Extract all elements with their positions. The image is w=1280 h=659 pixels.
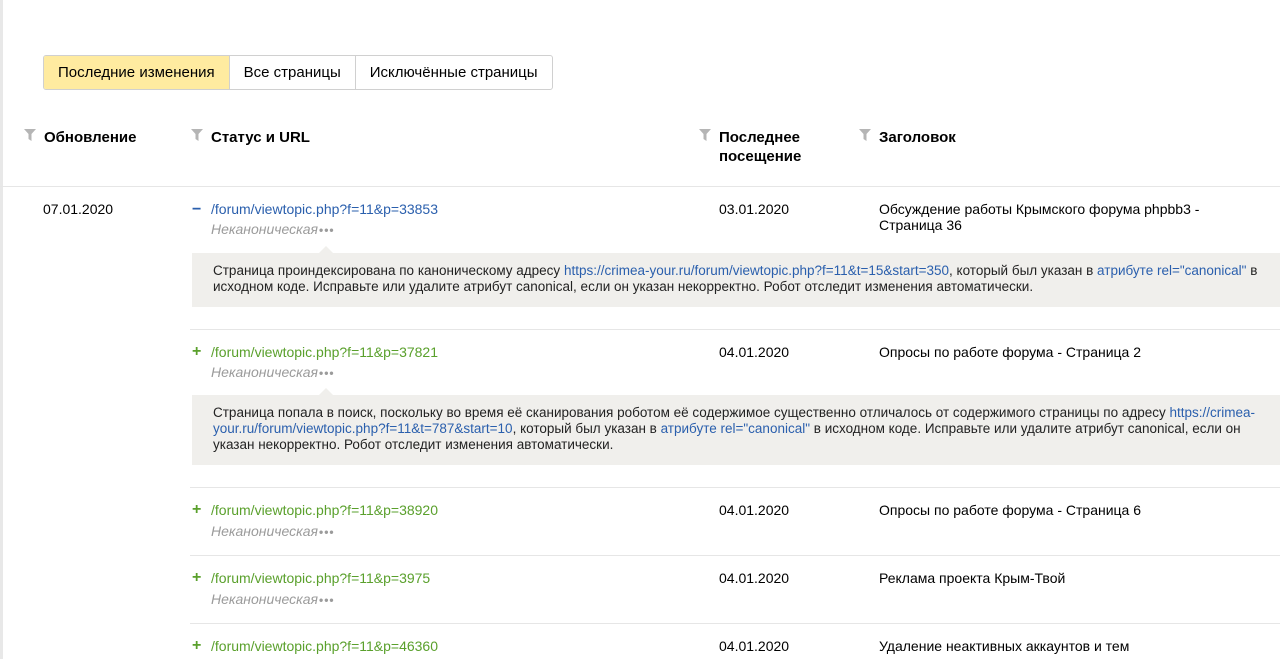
row-divider	[190, 623, 1280, 624]
note-text: , который был указан в	[512, 421, 661, 436]
page-status: Неканоническая	[211, 591, 319, 607]
column-header-last-visit-line2: посещение	[719, 148, 802, 165]
column-header-last-visit-line1: Последнее	[719, 129, 801, 146]
page-title-cell: Опросы по работе форума - Страница 2	[879, 344, 1142, 360]
last-visit-date: 04.01.2020	[719, 638, 790, 654]
page-title-cell: Реклама проекта Крым-Твой	[879, 570, 1066, 586]
filter-funnel-icon[interactable]	[859, 129, 871, 141]
expand-toggle[interactable]: +	[192, 344, 201, 360]
page-title-cell: Обсуждение работы Крымского форума phpbb…	[879, 201, 1200, 233]
page-url-link[interactable]: /forum/viewtopic.php?f=11&p=3975	[211, 570, 430, 586]
last-visit-date: 04.01.2020	[719, 344, 790, 360]
column-header-last-visit[interactable]: Последнее посещение	[719, 128, 801, 166]
tab-recent-changes[interactable]: Последние изменения	[44, 56, 229, 89]
status-explanation: Страница проиндексирована по каноническо…	[192, 246, 1280, 307]
collapse-toggle[interactable]: −	[192, 202, 201, 218]
page-url-link[interactable]: /forum/viewtopic.php?f=11&p=38920	[211, 502, 438, 518]
view-tabs: Последние изменения Все страницы Исключё…	[43, 55, 553, 90]
canonical-attribute-link[interactable]: атрибуте rel="canonical"	[661, 421, 810, 436]
expand-toggle[interactable]: +	[192, 502, 201, 518]
page-status: Неканоническая	[211, 364, 319, 380]
callout-arrow	[319, 388, 333, 395]
page-title-cell: Опросы по работе форума - Страница 6	[879, 502, 1142, 518]
more-options-icon[interactable]: •••	[319, 525, 335, 539]
tab-all-pages[interactable]: Все страницы	[228, 56, 355, 89]
page-title-cell: Удаление неактивных аккаунтов и тем	[879, 638, 1130, 654]
column-header-status-url[interactable]: Статус и URL	[211, 128, 310, 147]
column-header-title[interactable]: Заголовок	[879, 128, 956, 147]
expand-toggle[interactable]: +	[192, 570, 201, 586]
canonical-url-link[interactable]: https://crimea-your.ru/forum/viewtopic.p…	[564, 263, 949, 278]
last-visit-date: 04.01.2020	[719, 570, 790, 586]
more-options-icon[interactable]: •••	[319, 366, 335, 380]
tab-excluded-pages[interactable]: Исключённые страницы	[354, 56, 552, 89]
page-url-link[interactable]: /forum/viewtopic.php?f=11&p=37821	[211, 344, 438, 360]
filter-funnel-icon[interactable]	[699, 129, 711, 141]
page-status: Неканоническая	[211, 221, 319, 237]
note-text: , который был указан в	[949, 263, 1098, 278]
last-visit-date: 03.01.2020	[719, 201, 790, 217]
filter-funnel-icon[interactable]	[191, 129, 203, 141]
row-divider	[190, 487, 1280, 488]
callout-arrow	[319, 246, 333, 253]
last-visit-date: 04.01.2020	[719, 502, 790, 518]
header-divider	[0, 186, 1280, 187]
column-header-update[interactable]: Обновление	[44, 128, 136, 147]
row-divider	[190, 329, 1280, 330]
status-explanation: Страница попала в поиск, поскольку во вр…	[192, 388, 1280, 465]
expand-toggle[interactable]: +	[192, 638, 201, 654]
page-left-edge	[0, 0, 3, 659]
more-options-icon[interactable]: •••	[319, 593, 335, 607]
row-divider	[190, 555, 1280, 556]
note-text: Страница попала в поиск, поскольку во вр…	[213, 405, 1170, 420]
page-url-link[interactable]: /forum/viewtopic.php?f=11&p=46360	[211, 638, 438, 654]
filter-funnel-icon[interactable]	[24, 129, 36, 141]
update-date: 07.01.2020	[43, 201, 114, 217]
note-text: Страница проиндексирована по каноническо…	[213, 263, 564, 278]
more-options-icon[interactable]: •••	[319, 223, 335, 237]
canonical-attribute-link[interactable]: атрибуте rel="canonical"	[1097, 263, 1246, 278]
page-status: Неканоническая	[211, 523, 319, 539]
page-url-link[interactable]: /forum/viewtopic.php?f=11&p=33853	[211, 201, 438, 217]
